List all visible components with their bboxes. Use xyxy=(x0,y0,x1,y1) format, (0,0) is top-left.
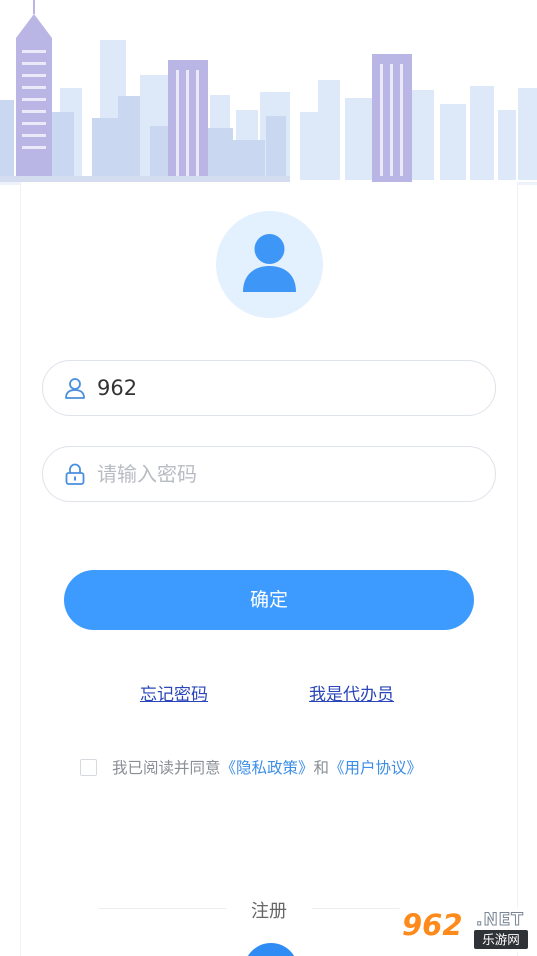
city-skyline-illustration xyxy=(0,0,537,185)
site-watermark: 962 .NET 乐游网 xyxy=(396,908,532,952)
register-label: 注册 xyxy=(251,901,287,922)
watermark-number: 962 xyxy=(402,908,463,942)
user-icon xyxy=(65,378,85,399)
watermark-suffix: .NET xyxy=(476,910,524,931)
agreement-prefix: 我已阅读并同意 xyxy=(112,759,221,777)
avatar xyxy=(216,211,323,318)
password-input[interactable] xyxy=(97,447,477,501)
user-agreement-link[interactable]: 《用户协议》 xyxy=(329,759,422,777)
avatar-icon xyxy=(243,234,296,292)
agreement-conjunction: 和 xyxy=(313,759,330,777)
lock-icon xyxy=(65,463,85,485)
agreement-row: 我已阅读并同意《隐私政策》和《用户协议》 xyxy=(80,756,422,778)
register-icon xyxy=(244,943,298,956)
agreement-text: 我已阅读并同意《隐私政策》和《用户协议》 xyxy=(112,756,422,778)
password-field[interactable] xyxy=(42,446,496,502)
register-button[interactable] xyxy=(244,943,298,956)
agent-link[interactable]: 我是代办员 xyxy=(309,680,394,705)
watermark-site-name: 乐游网 xyxy=(474,930,528,949)
forgot-password-link[interactable]: 忘记密码 xyxy=(140,680,208,705)
confirm-button[interactable]: 确定 xyxy=(64,570,474,630)
username-field[interactable]: 962 xyxy=(42,360,496,416)
username-value: 962 xyxy=(97,376,138,400)
register-divider-left xyxy=(98,908,226,909)
privacy-policy-link[interactable]: 《隐私政策》 xyxy=(221,759,314,777)
agreement-checkbox[interactable] xyxy=(80,758,97,776)
